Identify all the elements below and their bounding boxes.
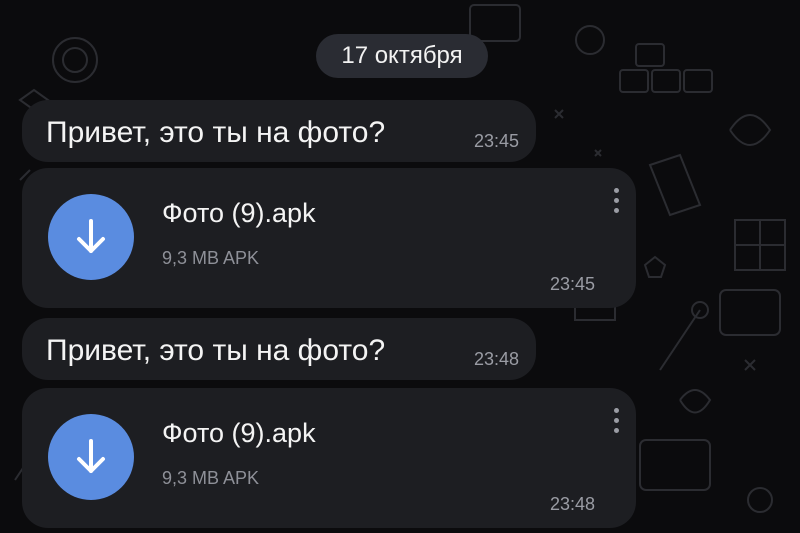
- message-bubble-text[interactable]: Привет, это ты на фото? 23:48: [22, 318, 536, 380]
- file-name[interactable]: Фото (9).apk: [162, 198, 316, 229]
- download-button[interactable]: [48, 414, 134, 500]
- message-timestamp: 23:48: [474, 349, 520, 369]
- message-text: Привет, это ты на фото?: [46, 116, 386, 149]
- date-separator: 17 октября: [316, 34, 488, 78]
- file-size: 9,3 MB APK: [162, 248, 260, 268]
- download-button[interactable]: [48, 194, 134, 280]
- file-size: 9,3 MB APK: [162, 468, 260, 488]
- message-timestamp: 23:48: [550, 494, 596, 514]
- message-text: Привет, это ты на фото?: [46, 334, 386, 367]
- message-bubble-file[interactable]: Фото (9).apk 9,3 MB APK 23:45: [22, 168, 636, 308]
- download-arrow-icon: [77, 219, 105, 253]
- more-vertical-icon[interactable]: [610, 408, 622, 448]
- message-timestamp: 23:45: [550, 274, 596, 294]
- file-name[interactable]: Фото (9).apk: [162, 418, 316, 449]
- more-vertical-icon[interactable]: [610, 188, 622, 228]
- download-arrow-icon: [77, 439, 105, 473]
- message-bubble-file[interactable]: Фото (9).apk 9,3 MB APK 23:48: [22, 388, 636, 528]
- message-bubble-text[interactable]: Привет, это ты на фото? 23:45: [22, 100, 536, 162]
- message-timestamp: 23:45: [474, 131, 520, 151]
